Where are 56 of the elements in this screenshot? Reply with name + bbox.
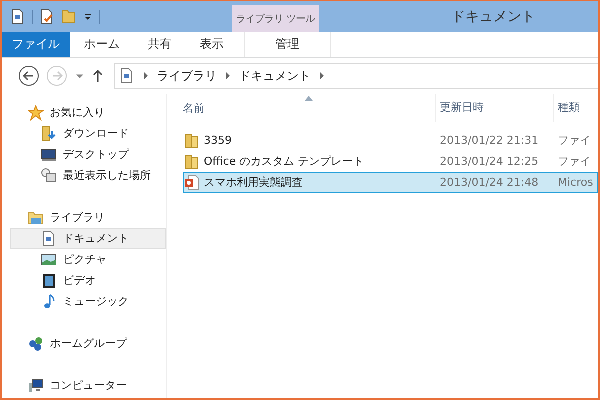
computer-icon <box>28 378 44 394</box>
nav-item[interactable]: ダウンロード <box>10 123 166 144</box>
download-folder-icon <box>41 126 57 142</box>
context-tab-header: ライブラリ ツール <box>232 5 319 32</box>
chevron-icon[interactable] <box>225 72 231 80</box>
nav-group[interactable]: お気に入り <box>2 102 166 123</box>
nav-item[interactable]: 最近表示した場所 <box>10 165 166 186</box>
window-title: ドキュメント <box>450 8 536 26</box>
document-icon <box>41 230 57 246</box>
nav-item[interactable]: ピクチャ <box>10 249 166 270</box>
file-date: 2013/01/24 12:25 <box>439 155 540 168</box>
file-name: スマホ利用実態調査 <box>204 175 303 190</box>
star-icon <box>28 104 44 120</box>
file-date: 2013/01/22 21:31 <box>439 134 540 147</box>
presentation-file-icon <box>184 174 200 190</box>
picture-icon <box>41 252 57 268</box>
recent-places-icon <box>41 168 57 184</box>
nav-item[interactable]: ビデオ <box>10 270 166 291</box>
library-folder-icon <box>28 210 44 226</box>
file-type: ファイ <box>557 133 592 148</box>
nav-group[interactable]: コンピューター <box>2 375 166 396</box>
breadcrumb[interactable]: ドキュメント <box>239 68 311 84</box>
breadcrumb[interactable]: ライブラリ <box>157 68 217 84</box>
checked-document-icon[interactable] <box>39 8 55 24</box>
file-row[interactable]: 3359 2013/01/22 21:31 ファイ <box>183 130 598 151</box>
column-header[interactable]: 種類 <box>553 94 598 122</box>
folder-icon <box>184 132 200 148</box>
nav-group[interactable]: ライブラリ <box>2 207 166 228</box>
file-date: 2013/01/24 21:48 <box>439 176 540 189</box>
nav-item[interactable]: デスクトップ <box>10 144 166 165</box>
desktop-icon <box>41 146 57 162</box>
ribbon-tab[interactable]: ファイル <box>2 32 70 57</box>
file-row[interactable]: Office のカスタム テンプレート 2013/01/24 12:25 ファイ <box>183 151 598 172</box>
document-icon[interactable] <box>10 8 26 24</box>
file-type: Micros <box>557 176 594 189</box>
dropdown-icon[interactable] <box>83 12 93 22</box>
file-name: 3359 <box>204 134 232 147</box>
nav-item[interactable]: ドキュメント <box>10 228 166 249</box>
chevron-icon[interactable] <box>143 72 149 80</box>
film-icon <box>41 272 57 288</box>
file-name: Office のカスタム テンプレート <box>204 154 364 169</box>
address-bar[interactable]: ライブラリ ドキュメント <box>114 63 598 89</box>
nav-item[interactable]: ミュージック <box>10 291 166 312</box>
nav-group[interactable]: ホームグループ <box>2 333 166 354</box>
ribbon-tab[interactable]: 管理 <box>244 32 331 57</box>
folder-icon <box>184 154 200 170</box>
column-header[interactable]: 名前 <box>183 100 435 116</box>
homegroup-icon <box>28 336 44 352</box>
column-header[interactable]: 更新日時 <box>435 94 553 122</box>
back-icon[interactable] <box>18 65 40 87</box>
sort-arrow-icon <box>305 96 313 101</box>
document-icon <box>119 68 135 84</box>
file-row[interactable]: スマホ利用実態調査 2013/01/24 21:48 Micros <box>183 172 598 193</box>
file-type: ファイ <box>557 154 592 169</box>
up-arrow-icon[interactable] <box>92 69 104 83</box>
chevron-icon[interactable] <box>319 72 325 80</box>
